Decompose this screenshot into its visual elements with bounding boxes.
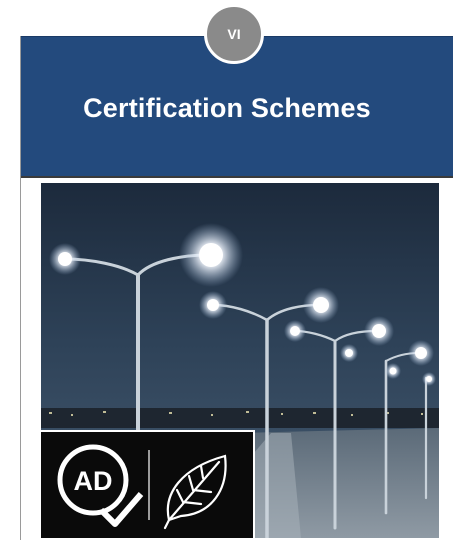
page-title: Certification Schemes — [83, 93, 371, 123]
section-number-badge: VI — [204, 4, 264, 64]
ad-quality-mark-icon: AD — [57, 444, 144, 527]
leaf-icon — [163, 454, 227, 530]
certification-logo: AD — [41, 430, 255, 538]
svg-text:AD: AD — [74, 466, 113, 496]
